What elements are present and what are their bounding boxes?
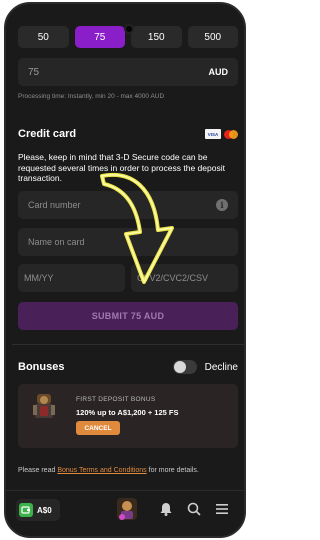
amount-preset-75[interactable]: 75 (74, 26, 125, 48)
decline-label: Decline (204, 361, 238, 373)
currency-label: AUD (208, 67, 229, 77)
credit-card-header: Credit card VISA (18, 128, 238, 140)
bonuses-title: Bonuses (18, 361, 65, 373)
bonus-character-icon (33, 394, 55, 418)
bottom-nav-bar: A$0 (6, 490, 244, 530)
avatar[interactable] (116, 497, 138, 521)
bonus-description: 120% up to A$1,200 + 125 FS (76, 408, 179, 417)
card-number-placeholder: Card number (28, 200, 81, 210)
balance-value: A$0 (37, 505, 52, 515)
amount-preset-50[interactable]: 50 (18, 26, 69, 48)
bonus-card: FIRST DEPOSIT BONUS 120% up to A$1,200 +… (18, 384, 238, 448)
name-on-card-field[interactable]: Name on card (18, 228, 238, 256)
amount-preset-150[interactable]: 150 (131, 26, 182, 48)
card-number-field[interactable]: Card number i (18, 191, 238, 219)
bell-icon[interactable] (158, 501, 174, 517)
terms-suffix: for more details. (146, 467, 199, 474)
terms-prefix: Please read (18, 467, 58, 474)
section-divider (12, 344, 244, 345)
amount-preset-500[interactable]: 500 (187, 26, 238, 48)
submit-button[interactable]: SUBMIT 75 AUD (18, 302, 238, 330)
terms-note: Please read Bonus Terms and Conditions f… (18, 467, 199, 474)
expiry-placeholder: MM/YY (24, 273, 54, 283)
decline-toggle[interactable] (172, 360, 197, 374)
wallet-button[interactable]: A$0 (16, 499, 60, 521)
mastercard-icon (224, 129, 238, 139)
cancel-bonus-button[interactable]: CANCEL (76, 421, 120, 435)
expiry-field[interactable]: MM/YY (18, 264, 125, 292)
visa-icon: VISA (205, 129, 221, 139)
cvv-field[interactable]: CVV2/CVC2/CSV (131, 264, 238, 292)
toggle-knob (173, 361, 186, 373)
3ds-notice: Please, keep in mind that 3-D Secure cod… (18, 152, 225, 183)
menu-icon[interactable] (214, 501, 230, 517)
bonus-label: FIRST DEPOSIT BONUS (76, 396, 156, 403)
info-icon[interactable]: i (216, 199, 228, 211)
wallet-icon (19, 503, 33, 517)
amount-input[interactable]: 75 AUD (18, 58, 238, 86)
processing-note: Processing time: Instantly, min 20 - max… (18, 93, 165, 100)
front-camera (124, 24, 134, 34)
deposit-screen: 50 75 150 500 75 AUD Processing time: In… (6, 4, 244, 536)
expiry-cvv-row: MM/YY CVV2/CVC2/CSV (18, 264, 238, 292)
search-icon[interactable] (186, 501, 202, 517)
bonuses-header: Bonuses Decline (18, 360, 238, 374)
phone-frame: 50 75 150 500 75 AUD Processing time: In… (4, 2, 246, 538)
cvv-placeholder: CVV2/CVC2/CSV (137, 273, 209, 283)
terms-link[interactable]: Bonus Terms and Conditions (57, 467, 146, 474)
amount-value: 75 (28, 66, 40, 78)
name-on-card-placeholder: Name on card (28, 237, 85, 247)
card-brands: VISA (205, 129, 238, 139)
credit-card-title: Credit card (18, 128, 77, 140)
